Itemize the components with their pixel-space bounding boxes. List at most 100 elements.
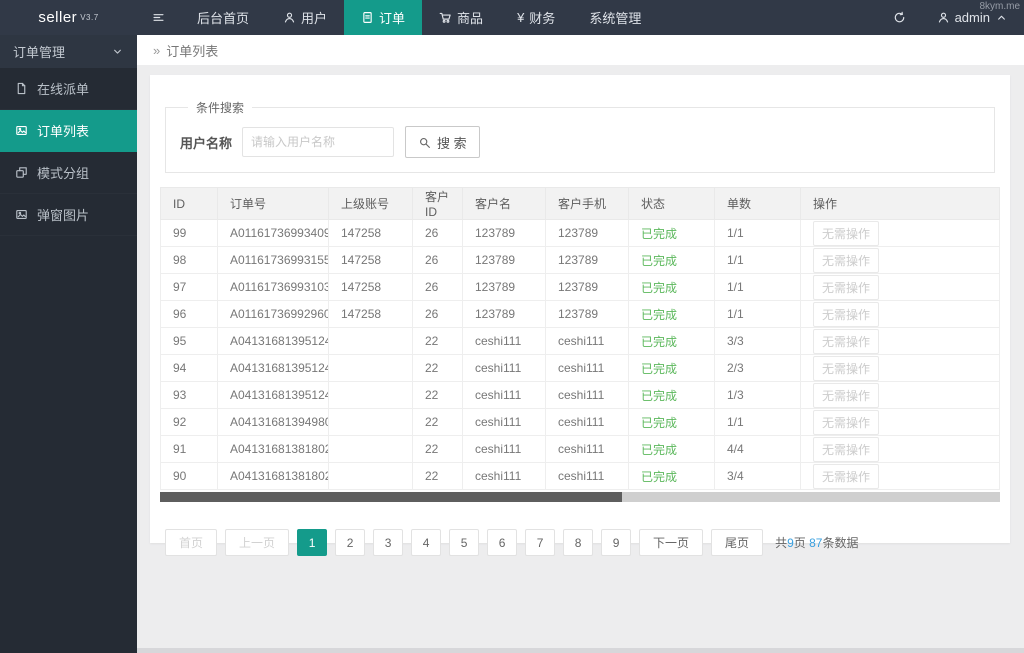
sidebar-toggle-button[interactable] bbox=[137, 0, 180, 35]
pagination-page-3[interactable]: 3 bbox=[373, 529, 404, 556]
pagination-next-button[interactable]: 下一页 bbox=[639, 529, 704, 556]
summary-mid: 页 bbox=[793, 536, 810, 550]
cell-customer_id: 22 bbox=[412, 354, 463, 382]
no-action-button[interactable]: 无需操作 bbox=[813, 382, 880, 408]
pagination-page-4[interactable]: 4 bbox=[411, 529, 442, 556]
status-badge: 已完成 bbox=[641, 226, 678, 241]
pagination-last-button[interactable]: 尾页 bbox=[711, 529, 764, 556]
cell-id: 92 bbox=[160, 408, 218, 436]
pagination-prev-button[interactable]: 上一页 bbox=[225, 529, 290, 556]
no-action-button[interactable]: 无需操作 bbox=[813, 463, 880, 489]
search-button[interactable]: 搜 索 bbox=[405, 126, 480, 158]
cell-customer_phone: 123789 bbox=[545, 219, 629, 247]
column-header: 订单号 bbox=[217, 187, 329, 220]
sidebar-group-order-management[interactable]: 订单管理 bbox=[0, 35, 137, 68]
cell-customer_name: 123789 bbox=[462, 300, 546, 328]
sidebar-item-order-list[interactable]: 订单列表 bbox=[0, 110, 137, 152]
nav-item-system[interactable]: 系统管理 bbox=[572, 0, 658, 35]
cell-customer_id: 26 bbox=[412, 273, 463, 301]
table-row: 99A0116173699340915114725826123789123789… bbox=[160, 219, 1000, 247]
cell-status: 已完成 bbox=[628, 408, 715, 436]
nav-item-user[interactable]: 用户 bbox=[266, 0, 344, 35]
nav-item-goods[interactable]: 商品 bbox=[422, 0, 500, 35]
status-badge: 已完成 bbox=[641, 442, 678, 457]
cell-parent_account bbox=[328, 354, 413, 382]
refresh-button[interactable] bbox=[878, 0, 921, 35]
cell-count: 1/1 bbox=[714, 219, 801, 247]
user-icon bbox=[937, 11, 950, 24]
sidebar-item-label: 弹窗图片 bbox=[37, 208, 90, 223]
cell-parent_account: 147258 bbox=[328, 219, 413, 247]
cell-status: 已完成 bbox=[628, 354, 715, 382]
sidebar-item-mode-group[interactable]: 模式分组 bbox=[0, 152, 137, 194]
nav-item-order[interactable]: 订单 bbox=[344, 0, 423, 35]
no-action-button[interactable]: 无需操作 bbox=[813, 301, 880, 327]
pagination-page-5[interactable]: 5 bbox=[449, 529, 480, 556]
order-table: ID 订单号 上级账号 客户ID 客户名 客户手机 状态 单数 操作 99 A0116173699… bbox=[160, 187, 1000, 490]
nav-item-home[interactable]: 后台首页 bbox=[180, 0, 266, 35]
cell-action: 无需操作 bbox=[800, 381, 1000, 409]
cell-customer_name: 123789 bbox=[462, 219, 546, 247]
cell-parent_account bbox=[328, 327, 413, 355]
page-bottom-scrollbar[interactable] bbox=[137, 648, 1024, 653]
no-action-button[interactable]: 无需操作 bbox=[813, 409, 880, 435]
pagination-page-1[interactable]: 1 bbox=[297, 529, 328, 556]
cell-id: 91 bbox=[160, 435, 218, 463]
status-badge: 已完成 bbox=[641, 280, 678, 295]
nav-item-label: 商品 bbox=[457, 11, 484, 26]
no-action-button[interactable]: 无需操作 bbox=[813, 274, 880, 300]
cell-customer_name: ceshi111 bbox=[462, 327, 546, 355]
pagination-page-6[interactable]: 6 bbox=[487, 529, 518, 556]
nav-item-finance[interactable]: ¥ 财务 bbox=[500, 0, 572, 35]
no-action-button[interactable]: 无需操作 bbox=[813, 247, 880, 273]
nav-item-label: 系统管理 bbox=[589, 11, 642, 26]
nav-item-label: 订单 bbox=[379, 11, 406, 26]
pagination-page-8[interactable]: 8 bbox=[563, 529, 594, 556]
cell-customer_name: ceshi111 bbox=[462, 381, 546, 409]
cell-action: 无需操作 bbox=[800, 408, 1000, 436]
cell-status: 已完成 bbox=[628, 246, 715, 274]
horizontal-scrollbar-thumb[interactable] bbox=[160, 492, 622, 502]
cell-customer_name: ceshi111 bbox=[462, 354, 546, 382]
yen-icon: ¥ bbox=[517, 10, 525, 25]
no-action-button[interactable]: 无需操作 bbox=[813, 436, 880, 462]
nav-item-label: 后台首页 bbox=[197, 11, 250, 26]
document-icon bbox=[361, 11, 374, 24]
summary-suffix: 条数据 bbox=[822, 536, 859, 550]
cell-status: 已完成 bbox=[628, 300, 715, 328]
no-action-button[interactable]: 无需操作 bbox=[813, 220, 880, 246]
cell-id: 96 bbox=[160, 300, 218, 328]
username: admin bbox=[954, 10, 990, 25]
pagination-page-7[interactable]: 7 bbox=[525, 529, 556, 556]
cell-order_no: A04131681395124598 bbox=[217, 327, 329, 355]
cell-customer_phone: 123789 bbox=[545, 246, 629, 274]
sidebar-item-online-dispatch[interactable]: 在线派单 bbox=[0, 68, 137, 110]
no-action-button[interactable]: 无需操作 bbox=[813, 328, 880, 354]
cell-status: 已完成 bbox=[628, 273, 715, 301]
status-badge: 已完成 bbox=[641, 253, 678, 268]
order-table-wrap: ID 订单号 上级账号 客户ID 客户名 客户手机 状态 单数 操作 99 A0116173699… bbox=[160, 187, 1000, 502]
app-logo[interactable]: seller V3.7 bbox=[0, 0, 137, 35]
breadcrumb: » 订单列表 bbox=[137, 35, 1024, 65]
horizontal-scrollbar-track[interactable] bbox=[160, 492, 1000, 502]
picture-icon bbox=[15, 208, 28, 221]
no-action-button[interactable]: 无需操作 bbox=[813, 355, 880, 381]
cell-customer_id: 26 bbox=[412, 219, 463, 247]
cell-order_no: A01161736993103512 bbox=[217, 273, 329, 301]
pagination-page-9[interactable]: 9 bbox=[601, 529, 632, 556]
app-version: V3.7 bbox=[80, 13, 99, 22]
cell-order_no: A01161736993155628 bbox=[217, 246, 329, 274]
search-icon bbox=[418, 136, 431, 149]
cell-parent_account bbox=[328, 462, 413, 490]
pagination-summary: 共9页 87条数据 bbox=[775, 534, 858, 551]
cell-status: 已完成 bbox=[628, 462, 715, 490]
watermark: 8kym.me bbox=[979, 1, 1020, 12]
cell-id: 99 bbox=[160, 219, 218, 247]
pagination-page-2[interactable]: 2 bbox=[335, 529, 366, 556]
cell-count: 1/3 bbox=[714, 381, 801, 409]
sidebar-item-popup-image[interactable]: 弹窗图片 bbox=[0, 194, 137, 236]
pagination-first-button[interactable]: 首页 bbox=[165, 529, 218, 556]
sidebar-items: 在线派单 订单列表 模式分组弹窗图片 bbox=[0, 68, 137, 236]
status-badge: 已完成 bbox=[641, 469, 678, 484]
username-search-input[interactable] bbox=[242, 127, 395, 157]
